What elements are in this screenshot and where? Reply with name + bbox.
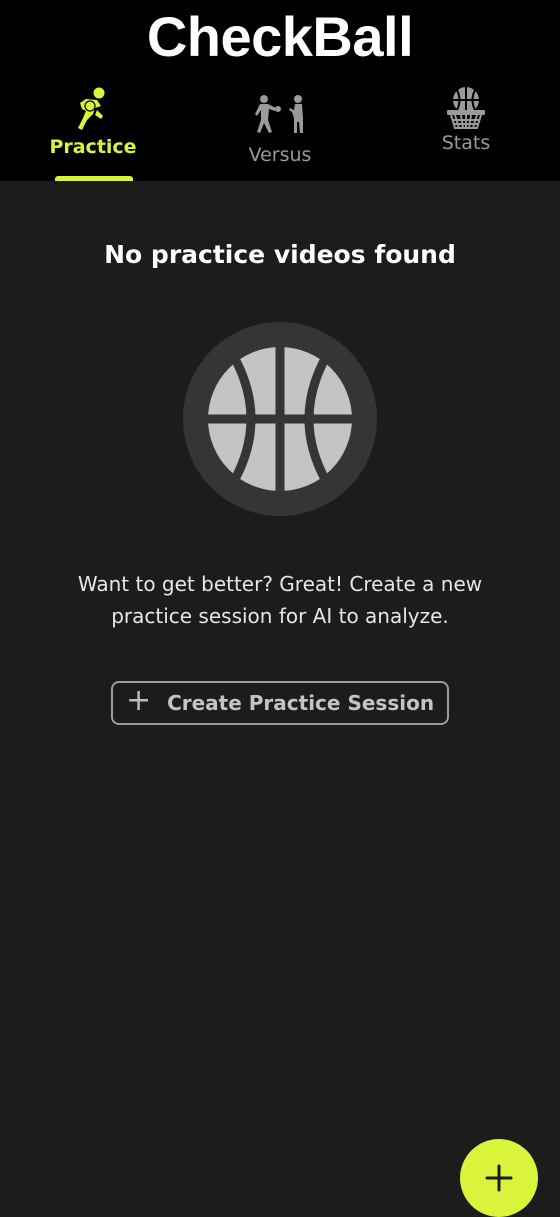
app-title: CheckBall — [146, 5, 414, 68]
tab-practice-label: Practice — [49, 136, 137, 158]
tab-stats-label: Stats — [441, 132, 491, 154]
tab-stats[interactable]: Stats — [373, 86, 559, 181]
tab-practice[interactable]: Practice — [0, 86, 186, 181]
empty-state-title: No practice videos found — [104, 240, 456, 269]
tab-versus-label: Versus — [248, 144, 312, 166]
empty-state-description: Want to get better? Great! Create a new … — [77, 572, 483, 628]
app-header: CheckBall Practice Versus Stats — [0, 0, 560, 181]
tab-versus[interactable]: Versus — [187, 86, 373, 181]
one-vs-one-icon — [255, 95, 303, 133]
plus-icon: + — [125, 683, 152, 718]
basketball-player-icon — [78, 87, 105, 130]
empty-state-illustration — [182, 321, 378, 517]
plus-icon — [485, 1164, 513, 1192]
create-practice-session-label: Create Practice Session — [167, 691, 435, 715]
add-fab-button[interactable] — [460, 1139, 538, 1217]
create-practice-session-button[interactable]: + Create Practice Session — [111, 681, 449, 725]
basketball-hoop-icon — [447, 87, 485, 129]
basketball-icon — [183, 322, 377, 516]
active-tab-indicator — [55, 176, 133, 181]
